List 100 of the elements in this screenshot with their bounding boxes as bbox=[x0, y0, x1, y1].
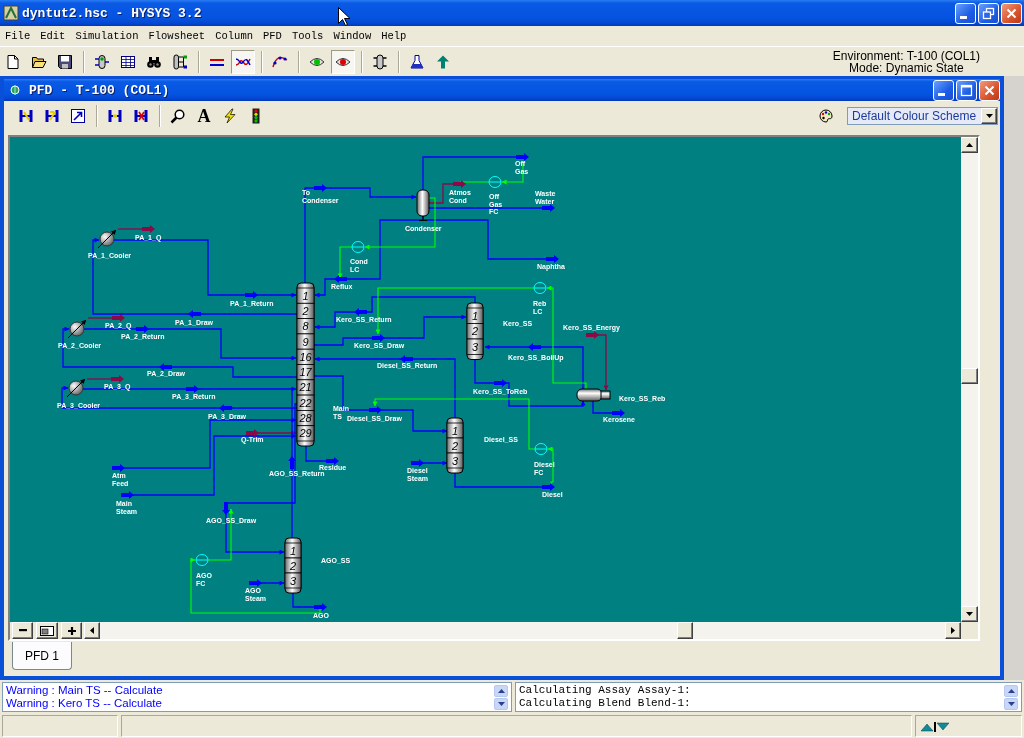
stage-number: 1 bbox=[302, 289, 309, 302]
horizontal-scrollbar[interactable] bbox=[84, 622, 961, 639]
stage-number: 1 bbox=[289, 544, 297, 557]
warning-message: Warning : Kero TS -- Calculate bbox=[6, 697, 163, 710]
up-arrow-icon bbox=[497, 688, 505, 693]
stage-number: 22 bbox=[299, 396, 312, 409]
stream-arrow-icon bbox=[528, 343, 541, 351]
scroll-right-button[interactable] bbox=[945, 622, 961, 639]
pfd-tab[interactable]: PFD 1 bbox=[12, 642, 72, 670]
palette-icon bbox=[819, 109, 833, 123]
stage-number: 2 bbox=[289, 559, 297, 572]
scroll-down-button[interactable] bbox=[494, 697, 508, 710]
maximize-button[interactable] bbox=[956, 79, 977, 101]
window-title: PFD - T-100 (COL1) bbox=[29, 82, 170, 98]
eye-button[interactable] bbox=[331, 49, 355, 74]
stream-arrow-icon bbox=[136, 325, 149, 333]
minimize-button[interactable] bbox=[955, 2, 976, 24]
stream-arrow-icon bbox=[246, 429, 259, 437]
stage-number: 2 bbox=[302, 304, 309, 317]
vertical-scrollbar[interactable] bbox=[961, 137, 978, 622]
wave-button[interactable] bbox=[231, 49, 255, 74]
stream-arrow-icon bbox=[249, 579, 262, 587]
scroll-thumb[interactable] bbox=[677, 622, 693, 639]
window-icon bbox=[9, 84, 21, 96]
stream-arrow-icon bbox=[188, 310, 201, 318]
fit-view-button[interactable] bbox=[36, 622, 58, 639]
mouse-pointer-icon bbox=[338, 7, 350, 26]
zoom-in-button[interactable] bbox=[61, 622, 82, 639]
plus-icon bbox=[67, 626, 76, 635]
h-bars-icon bbox=[18, 108, 34, 124]
close-icon bbox=[1005, 6, 1018, 20]
vessel-icon bbox=[94, 53, 110, 70]
text-button[interactable]: A bbox=[192, 104, 216, 128]
stream-arrow-icon bbox=[112, 314, 125, 322]
stream-arrow-icon bbox=[186, 385, 199, 393]
restore-button[interactable] bbox=[978, 2, 999, 24]
stage-number: 1 bbox=[471, 309, 479, 322]
close-button[interactable] bbox=[1001, 2, 1022, 24]
menu-item[interactable]: Flowsheet bbox=[143, 30, 211, 42]
menu-item[interactable]: Simulation bbox=[70, 30, 144, 42]
up-down-arrows-icon bbox=[921, 720, 949, 732]
stage-number: 3 bbox=[451, 454, 459, 467]
maximize-icon bbox=[960, 83, 973, 97]
stage-number: 1 bbox=[451, 424, 459, 437]
menu-item[interactable]: Window bbox=[328, 30, 377, 42]
stream-arrow-icon bbox=[494, 379, 507, 387]
stage-number: 2 bbox=[451, 439, 459, 452]
scroll-thumb[interactable] bbox=[961, 368, 978, 384]
stream-arrow-icon bbox=[112, 464, 125, 472]
menu-item[interactable]: Column bbox=[210, 30, 258, 42]
cooler-icon bbox=[67, 319, 87, 339]
caret-down-icon bbox=[985, 114, 993, 118]
scroll-left-button[interactable] bbox=[84, 622, 100, 639]
stage-number: 3 bbox=[471, 340, 479, 353]
zoom-out-button[interactable] bbox=[12, 622, 33, 639]
stream-arrow-icon bbox=[288, 456, 296, 469]
trace-message: Calculating Blend Blend-1: bbox=[519, 697, 692, 710]
dropdown-button[interactable] bbox=[981, 108, 997, 124]
controller-icon bbox=[533, 282, 547, 294]
stream-arrow-icon bbox=[121, 491, 134, 499]
new-file-icon bbox=[5, 53, 21, 70]
stage-number: 17 bbox=[299, 366, 312, 379]
menu-item[interactable]: File bbox=[0, 30, 36, 42]
stage-number: 16 bbox=[299, 350, 312, 363]
corner-arrow-icon bbox=[70, 108, 86, 124]
menu-item[interactable]: PFD bbox=[258, 30, 287, 42]
tree-icon bbox=[172, 53, 188, 70]
window-title: dyntut2.hsc - HYSYS 3.2 bbox=[22, 5, 202, 21]
stream-arrow-icon bbox=[369, 406, 382, 414]
scroll-up-button[interactable] bbox=[494, 684, 508, 697]
cooler-icon bbox=[97, 229, 117, 249]
up-arrow-icon bbox=[435, 53, 451, 70]
right-arrow-icon bbox=[951, 627, 955, 634]
search-icon bbox=[170, 108, 186, 124]
stream-arrow-icon bbox=[542, 483, 555, 491]
stream-arrow-icon bbox=[326, 457, 339, 465]
minus-icon bbox=[18, 629, 27, 632]
minimize-icon bbox=[938, 93, 945, 96]
minimize-icon bbox=[960, 16, 967, 19]
controller-icon bbox=[351, 241, 365, 253]
close-button[interactable] bbox=[979, 79, 1000, 101]
stage-number: 2 bbox=[471, 325, 479, 338]
stream-arrow-icon bbox=[372, 334, 385, 342]
menu-item[interactable]: Help bbox=[376, 30, 412, 42]
scroll-down-button[interactable] bbox=[1004, 697, 1018, 710]
trace-message: Calculating Assay Assay-1: bbox=[519, 684, 692, 697]
down-arrow-icon bbox=[497, 701, 505, 706]
lightning-icon bbox=[222, 108, 238, 124]
flask-icon bbox=[409, 53, 425, 70]
app-icon bbox=[3, 5, 19, 21]
close-icon bbox=[983, 83, 996, 97]
reboiler-drum bbox=[576, 388, 611, 402]
menu-item[interactable]: Tools bbox=[286, 30, 329, 42]
left-arrow-icon bbox=[90, 627, 94, 634]
colour-scheme-dropdown[interactable]: Default Colour Scheme bbox=[847, 107, 998, 125]
scroll-up-button[interactable] bbox=[1004, 684, 1018, 697]
minimize-button[interactable] bbox=[933, 79, 954, 101]
down-arrow-icon bbox=[1007, 701, 1015, 706]
h-bars-icon bbox=[44, 108, 60, 124]
menu-item[interactable]: Edit bbox=[35, 30, 71, 42]
